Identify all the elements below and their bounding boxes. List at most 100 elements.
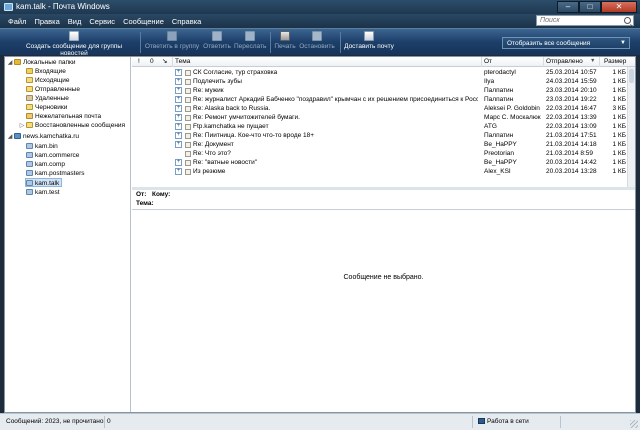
message-row[interactable]: + Re: Пиитница. Кое-что что-то вроде 18+…: [132, 131, 627, 140]
message-row[interactable]: + Re: Ремонт умчитожителей бумаги. Марс …: [132, 113, 627, 122]
expand-thread-icon[interactable]: +: [175, 141, 182, 148]
expand-thread-icon[interactable]: +: [175, 159, 182, 166]
message-row[interactable]: + Из резюме Alex_KSI 20.03.2014 13:28 1 …: [132, 167, 627, 176]
collapse-icon[interactable]: ◢: [7, 60, 13, 66]
news-server[interactable]: news.kamchatka.ru: [14, 132, 79, 141]
message-row[interactable]: + Ftp.kamchatka не пущает ATG 22.03.2014…: [132, 122, 627, 131]
folder-outbox[interactable]: Исходящие: [26, 76, 69, 85]
minimize-button[interactable]: –: [557, 1, 579, 13]
folder-deleted[interactable]: Удаленные: [26, 94, 69, 103]
column-divider: [172, 57, 173, 67]
filter-value: Отобразить все сообщения: [507, 40, 591, 47]
search-icon[interactable]: [624, 17, 631, 24]
column-attachment[interactable]: 0: [150, 58, 154, 66]
message-subject: Re: мужик: [193, 87, 224, 94]
message-filter-select[interactable]: Отобразить все сообщения ▼: [502, 37, 630, 49]
message-subject: Re: журналист Аркадий Бабченко "поздрави…: [193, 96, 478, 103]
toolbar: Создать сообщение для группы новостей От…: [0, 28, 640, 57]
column-subject[interactable]: Тема: [175, 58, 190, 66]
search-box[interactable]: [536, 15, 634, 26]
deleted-folder-icon: [26, 95, 33, 101]
message-size: 1 КБ: [612, 114, 626, 121]
message-from: Be_HaPPY: [484, 141, 517, 148]
folder-sent[interactable]: Отправленные: [26, 85, 80, 94]
reply-button[interactable]: Ответить: [202, 30, 232, 55]
expand-thread-icon[interactable]: +: [175, 96, 182, 103]
message-row[interactable]: + Re: Alaska back to Russia. Aleksei P. …: [132, 104, 627, 113]
newsgroup-kam-postmasters[interactable]: kam.postmasters: [26, 169, 85, 178]
message-row[interactable]: + Re: журналист Аркадий Бабченко "поздра…: [132, 95, 627, 104]
expand-thread-icon[interactable]: +: [175, 69, 182, 76]
message-row[interactable]: + Re: мужик Палпатин 23.03.2014 20:10 1 …: [132, 86, 627, 95]
expand-thread-icon[interactable]: +: [175, 132, 182, 139]
message-subject: Re: Alaska back to Russia.: [193, 105, 271, 112]
message-date: 22.03.2014 16:47: [546, 105, 597, 112]
collapse-icon[interactable]: ◢: [7, 134, 13, 140]
subject-label: Тема:: [136, 200, 154, 207]
menu-file[interactable]: Файл: [4, 16, 30, 27]
message-date: 22.03.2014 13:09: [546, 123, 597, 130]
folder-drafts[interactable]: Черновики: [26, 103, 67, 112]
resize-grip-icon[interactable]: [630, 420, 638, 428]
newsgroup-label: kam.talk: [35, 180, 60, 187]
message-date: 21.03.2014 8:59: [546, 150, 593, 157]
list-scrollbar[interactable]: [627, 67, 635, 187]
message-date: 22.03.2014 13:39: [546, 114, 597, 121]
newsgroup-kam-test[interactable]: kam.test: [26, 188, 60, 197]
scrollbar-thumb[interactable]: [629, 69, 634, 83]
maximize-button[interactable]: □: [579, 1, 601, 13]
folder-inbox[interactable]: Входящие: [26, 67, 66, 76]
preview-header: От: Кому: Тема:: [132, 190, 635, 210]
newsgroup-kam-commerce[interactable]: kam.commerce: [26, 151, 79, 160]
column-from[interactable]: От: [484, 58, 492, 66]
menu-edit[interactable]: Правка: [30, 16, 63, 27]
status-bar: Сообщений: 2023, не прочитано: 0 Работа …: [0, 413, 640, 430]
newsgroup-kam-talk[interactable]: kam.talk: [25, 178, 63, 187]
message-size: 1 КБ: [612, 141, 626, 148]
deliver-mail-button[interactable]: Доставить почту: [342, 30, 396, 55]
column-watch[interactable]: ↘: [162, 58, 167, 66]
expand-icon[interactable]: ▷: [19, 123, 25, 129]
expand-thread-icon[interactable]: +: [175, 78, 182, 85]
message-row[interactable]: + СК Согласие, тур страховка pterodactyl…: [132, 68, 627, 77]
folder-icon: [26, 122, 33, 128]
message-row[interactable]: + Re: Документ Be_HaPPY 21.03.2014 14:18…: [132, 140, 627, 149]
from-label: От:: [136, 191, 147, 198]
forward-button[interactable]: Переслать: [234, 30, 266, 55]
sent-folder-icon: [26, 86, 33, 92]
folder-label: Входящие: [35, 68, 66, 75]
newsgroup-kam-comp[interactable]: kam.comp: [26, 160, 65, 169]
expand-thread-icon[interactable]: +: [175, 168, 182, 175]
new-post-button[interactable]: Создать сообщение для группы новостей: [14, 30, 134, 57]
message-icon: [185, 79, 191, 85]
column-date[interactable]: Отправлено: [546, 58, 583, 66]
expand-thread-icon[interactable]: +: [175, 114, 182, 121]
menu-help[interactable]: Справка: [168, 16, 205, 27]
message-subject: Re: Ремонт умчитожителей бумаги.: [193, 114, 300, 121]
message-subject: Re: "ватные новости": [193, 159, 258, 166]
message-size: 1 КБ: [612, 123, 626, 130]
reply-group-button[interactable]: Ответить в группу: [144, 30, 200, 55]
stop-button[interactable]: Остановить: [298, 30, 336, 55]
expand-thread-icon[interactable]: +: [175, 87, 182, 94]
message-row[interactable]: + Подлечить зубы Ilya 24.03.2014 15:59 1…: [132, 77, 627, 86]
message-row[interactable]: Re: Что это? Preotorian 21.03.2014 8:59 …: [132, 149, 627, 158]
folder-junk[interactable]: Нежелательная почта: [26, 112, 101, 121]
message-row[interactable]: + Re: "ватные новости" Be_HaPPY 20.03.20…: [132, 158, 627, 167]
menu-message[interactable]: Сообщение: [119, 16, 168, 27]
expand-thread-icon[interactable]: +: [175, 105, 182, 112]
message-icon: [185, 115, 191, 121]
print-button[interactable]: Печать: [272, 30, 298, 55]
close-button[interactable]: ✕: [601, 1, 637, 13]
folder-label: Исходящие: [35, 77, 70, 84]
folder-recovered[interactable]: Восстановленные сообщения: [26, 121, 125, 130]
folder-local-root[interactable]: Локальные папки: [14, 58, 75, 67]
column-size[interactable]: Размер: [604, 58, 626, 66]
menu-view[interactable]: Вид: [64, 16, 86, 27]
newsgroup-kam-bin[interactable]: kam.bin: [26, 142, 58, 151]
message-date: 23.03.2014 20:10: [546, 87, 597, 94]
search-input[interactable]: [537, 16, 619, 25]
expand-thread-icon[interactable]: +: [175, 123, 182, 130]
column-priority[interactable]: !: [138, 58, 140, 66]
menu-tools[interactable]: Сервис: [85, 16, 119, 27]
